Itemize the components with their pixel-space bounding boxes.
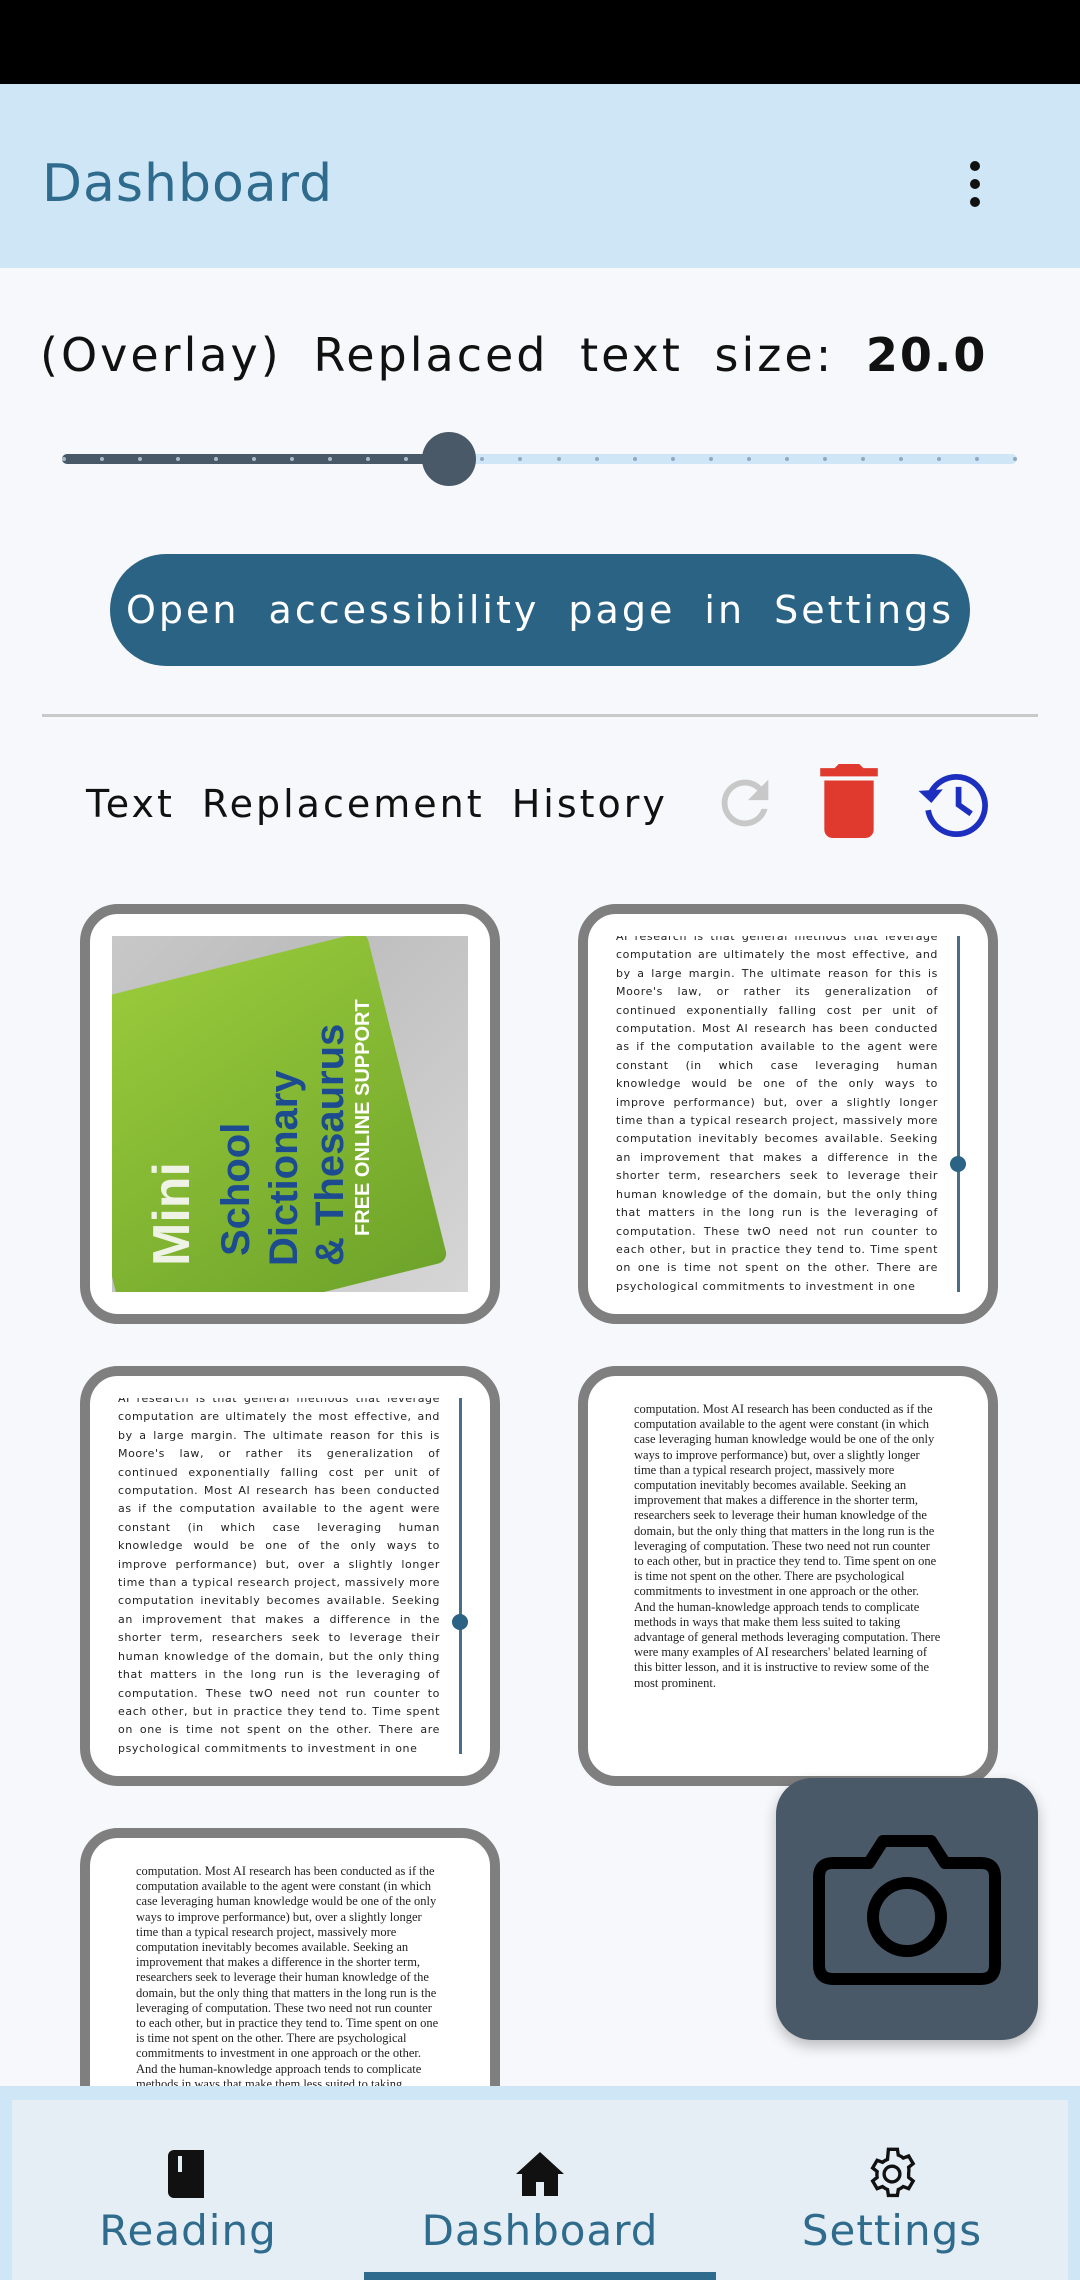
nav-item-settings[interactable]: Settings bbox=[716, 2100, 1068, 2280]
history-icon[interactable] bbox=[910, 760, 1000, 846]
active-tab-indicator bbox=[364, 2272, 716, 2280]
status-bar bbox=[0, 0, 1080, 84]
slider-tick bbox=[708, 457, 713, 461]
gear-icon bbox=[865, 2146, 919, 2202]
camera-button[interactable] bbox=[776, 1778, 1038, 2040]
book-title-school: School bbox=[214, 1122, 258, 1256]
slider-tick bbox=[746, 457, 751, 461]
book-title-dictionary: Dictionary bbox=[262, 1070, 306, 1266]
history-card-doc-2[interactable]: AI research is that general methods that… bbox=[80, 1366, 500, 1786]
open-accessibility-settings-button[interactable]: Open accessibility page in Settings bbox=[110, 554, 970, 666]
app-bar: Dashboard bbox=[0, 84, 1080, 268]
bottom-navigation: Reading Dashboard Settings bbox=[0, 2086, 1080, 2280]
scrollbar-thumb[interactable] bbox=[950, 1156, 966, 1172]
history-card-doc-1[interactable]: AI research is that general methods that… bbox=[578, 904, 998, 1324]
slider-tick bbox=[556, 457, 561, 461]
slider-tick bbox=[1013, 457, 1017, 461]
text-size-label: (Overlay) Replaced text size: 20.0 bbox=[40, 328, 987, 382]
slider-tick bbox=[670, 457, 675, 461]
camera-icon bbox=[813, 1835, 1001, 1985]
refresh-icon[interactable] bbox=[710, 768, 780, 838]
nav-item-reading[interactable]: Reading bbox=[12, 2100, 364, 2280]
text-size-slider[interactable] bbox=[62, 430, 1017, 486]
history-title: Text Replacement History bbox=[86, 782, 668, 826]
book-icon bbox=[168, 2146, 208, 2202]
slider-tick bbox=[860, 457, 865, 461]
slider-tick bbox=[594, 457, 599, 461]
nav-label-dashboard: Dashboard bbox=[421, 2206, 659, 2255]
slider-tick bbox=[62, 457, 66, 461]
book-support-text: FREE ONLINE SUPPORT bbox=[352, 999, 374, 1236]
bottom-navigation-panel: Reading Dashboard Settings bbox=[12, 2100, 1068, 2280]
page-title: Dashboard bbox=[42, 154, 334, 214]
more-vert-icon[interactable] bbox=[950, 144, 1000, 224]
text-size-caption: (Overlay) Replaced text size: bbox=[40, 328, 835, 382]
slider-tick bbox=[100, 457, 105, 461]
nav-label-settings: Settings bbox=[801, 2206, 983, 2255]
slider-tick bbox=[936, 457, 941, 461]
doc-text: computation. Most AI research has been c… bbox=[634, 1402, 941, 1690]
divider bbox=[42, 714, 1038, 717]
book-title-thesaurus: & Thesaurus bbox=[308, 1023, 352, 1266]
history-card-doc-3[interactable]: computation. Most AI research has been c… bbox=[578, 1366, 998, 1786]
slider-tick bbox=[898, 457, 903, 461]
nav-label-reading: Reading bbox=[99, 2206, 277, 2255]
doc-text: AI research is that general methods that… bbox=[118, 1398, 440, 1754]
scrollbar[interactable] bbox=[950, 936, 966, 1292]
nav-item-dashboard[interactable]: Dashboard bbox=[364, 2100, 716, 2280]
book-title-mini: Mini bbox=[143, 1162, 201, 1266]
delete-icon[interactable] bbox=[818, 764, 880, 838]
scrollbar[interactable] bbox=[452, 1398, 468, 1754]
history-card-photo[interactable]: Mini School Dictionary & Thesaurus FREE … bbox=[80, 904, 500, 1324]
slider-thumb[interactable] bbox=[421, 432, 476, 486]
slider-tick bbox=[632, 457, 637, 461]
slider-tick bbox=[974, 457, 979, 461]
book-photo: Mini School Dictionary & Thesaurus FREE … bbox=[112, 936, 468, 1292]
text-size-value: 20.0 bbox=[865, 328, 988, 382]
slider-tick bbox=[822, 457, 827, 461]
slider-tick bbox=[784, 457, 789, 461]
home-icon bbox=[516, 2146, 564, 2202]
scrollbar-thumb[interactable] bbox=[452, 1614, 468, 1630]
doc-text: AI research is that general methods that… bbox=[616, 936, 938, 1292]
